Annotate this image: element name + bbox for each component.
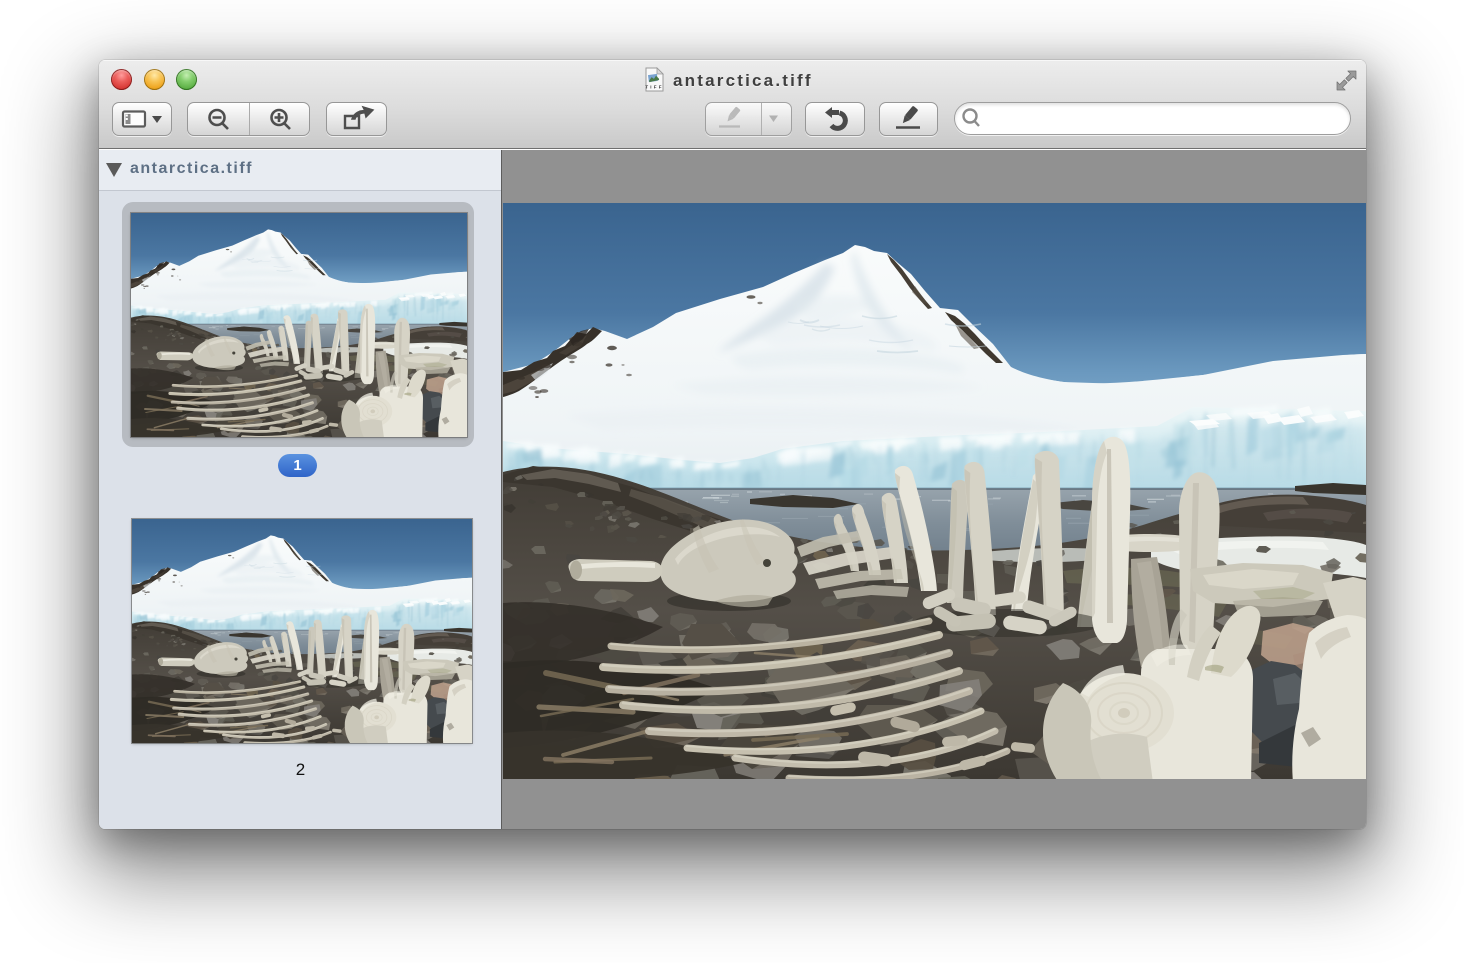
svg-text:TIFF: TIFF	[645, 85, 663, 90]
